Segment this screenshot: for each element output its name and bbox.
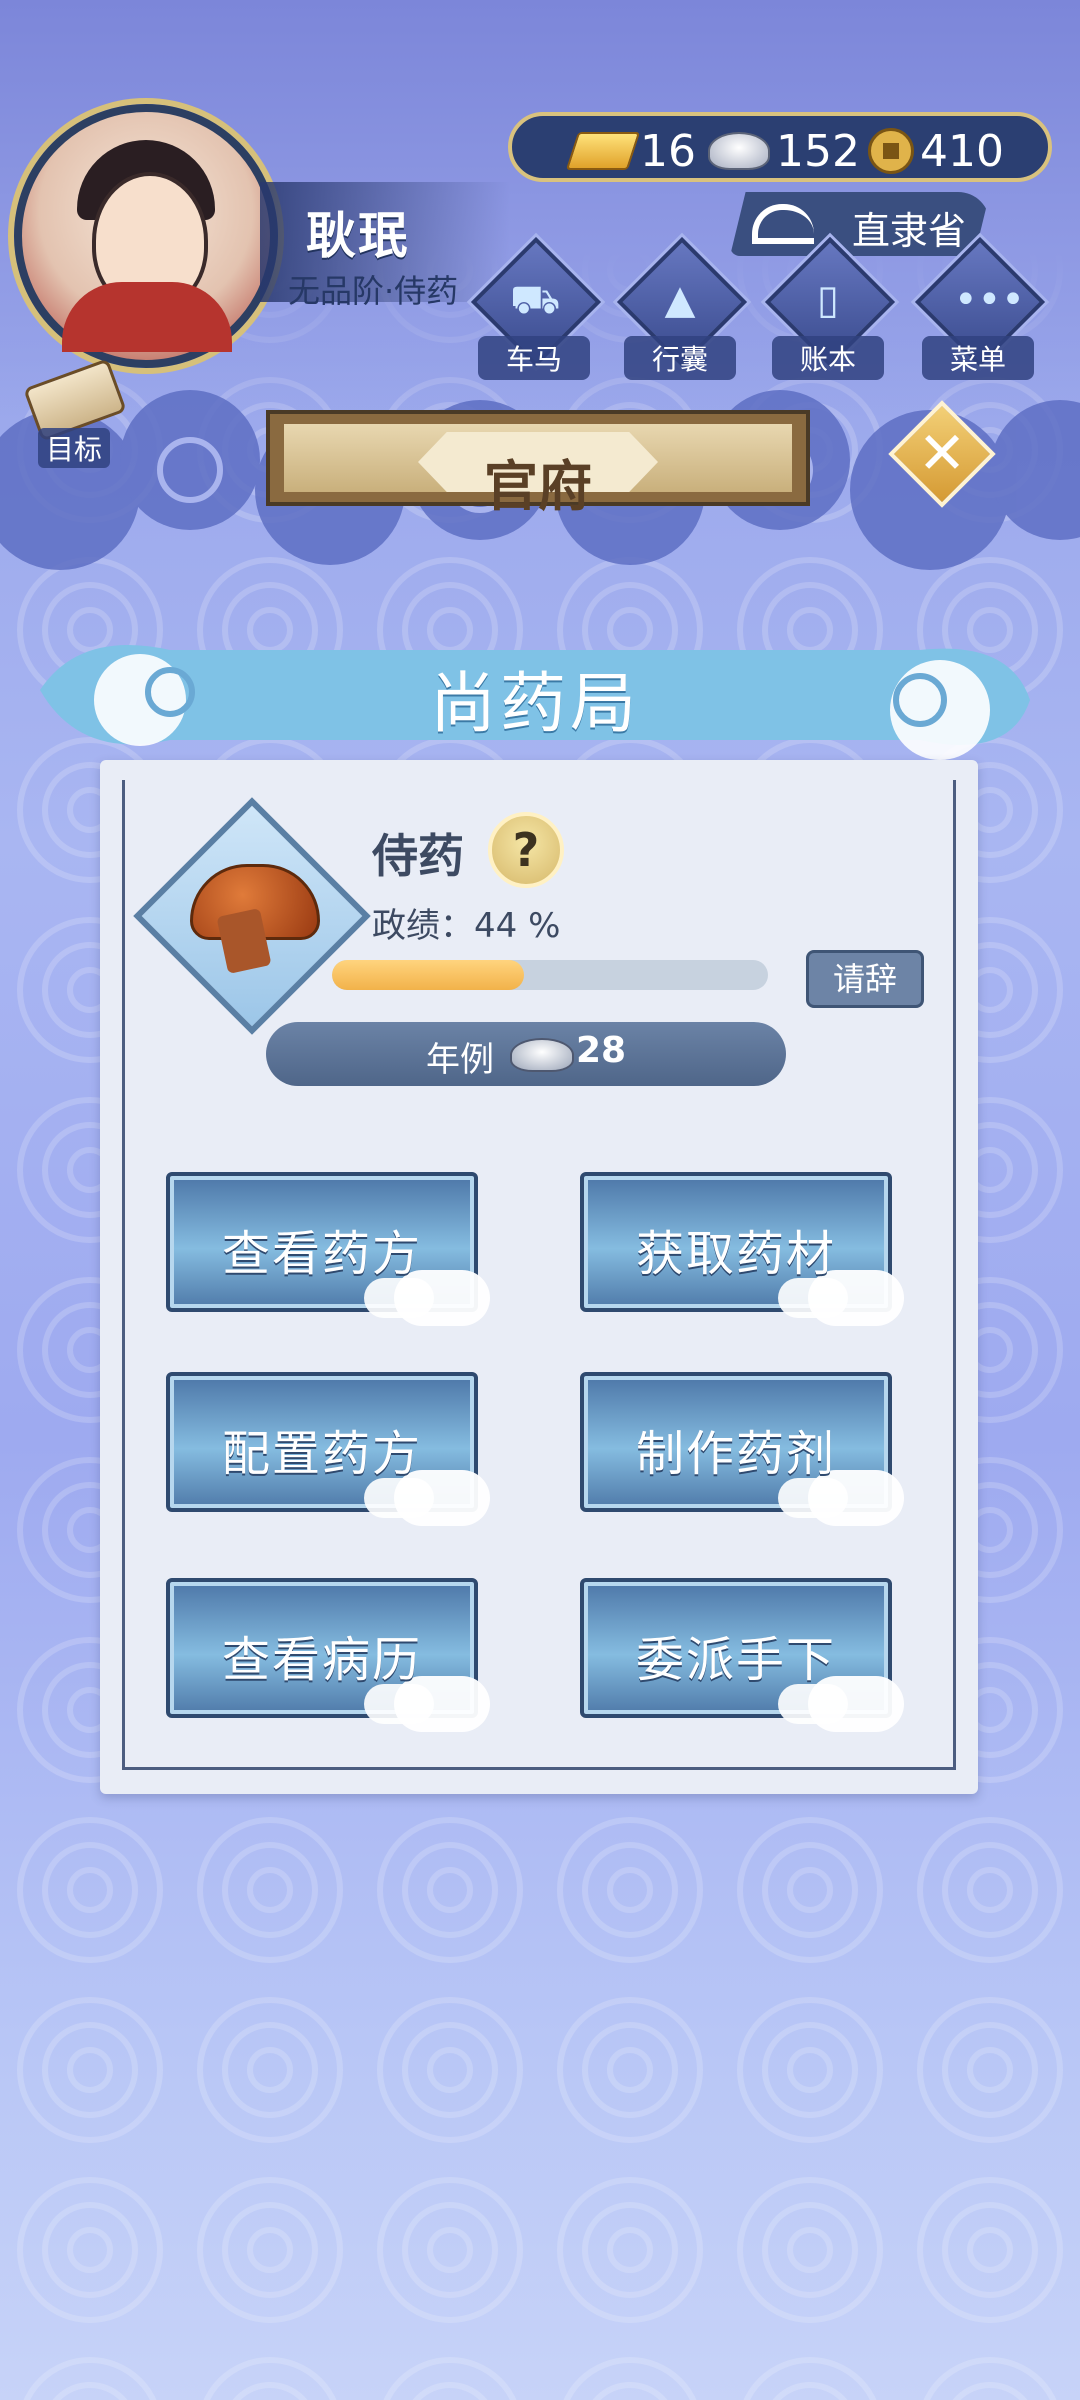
ledger-label: 账本 — [772, 336, 884, 380]
view-medical-records-button[interactable]: 查看病历 — [166, 1578, 490, 1732]
bundle-icon: ▲ — [664, 277, 696, 323]
page-title: 官府 — [484, 455, 592, 518]
action-label: 委派手下 — [635, 1632, 836, 1688]
action-label: 获取药材 — [635, 1226, 836, 1282]
department-banner: 尚药局 — [20, 620, 1050, 760]
carriage-button[interactable]: ⛟ 车马 — [470, 236, 602, 380]
ledger-button[interactable]: ▯ 账本 — [764, 236, 896, 380]
obtain-herbs-button[interactable]: 获取药材 — [580, 1172, 904, 1326]
menu-label: 菜单 — [922, 336, 1034, 380]
more-icon: ••• — [954, 277, 1025, 323]
copper-value: 410 — [920, 125, 1004, 177]
page-title-banner: 官府 — [266, 410, 810, 518]
player-avatar[interactable] — [14, 104, 278, 368]
menu-button[interactable]: ••• 菜单 — [914, 236, 1046, 380]
target-label: 目标 — [38, 428, 111, 468]
gold-ingot-icon — [565, 132, 641, 170]
official-hat-icon — [752, 204, 814, 244]
carriage-icon: ⛟ — [510, 277, 561, 323]
annual-salary-bar: 年例 28 — [266, 1022, 786, 1086]
bundle-button[interactable]: ▲ 行囊 — [616, 236, 748, 380]
gold-counter: 16 — [565, 124, 696, 178]
merit-progress-bar — [332, 960, 768, 990]
bundle-label: 行囊 — [624, 336, 736, 380]
ledger-icon: ▯ — [816, 277, 839, 323]
silver-counter: 152 — [708, 124, 860, 178]
salary-value: 28 — [576, 1030, 627, 1071]
copper-coin-icon — [868, 128, 914, 174]
action-label: 查看药方 — [221, 1226, 422, 1282]
player-rank: 无品阶·侍药 — [288, 272, 459, 310]
carriage-label: 车马 — [478, 336, 590, 380]
action-label: 查看病历 — [221, 1632, 422, 1688]
location-label: 直隶省 — [852, 209, 967, 253]
help-button[interactable]: ? — [488, 812, 564, 888]
location-button[interactable]: 直隶省 — [730, 192, 990, 256]
player-name: 耿珉 — [306, 207, 410, 265]
role-name: 侍药 — [372, 829, 464, 883]
action-label: 制作药剂 — [635, 1426, 836, 1482]
view-prescriptions-button[interactable]: 查看药方 — [166, 1172, 490, 1326]
department-title: 尚药局 — [430, 665, 640, 742]
configure-prescription-button[interactable]: 配置药方 — [166, 1372, 490, 1526]
merit-progress-fill — [332, 960, 524, 990]
gold-value: 16 — [640, 125, 696, 177]
salary-label: 年例 — [426, 1040, 494, 1080]
merit-text: 政绩：44 % — [372, 906, 561, 946]
close-icon: ✕ — [917, 419, 967, 487]
silver-ingot-icon — [510, 1038, 574, 1072]
resign-button[interactable]: 请辞 — [806, 950, 924, 1008]
action-label: 配置药方 — [221, 1426, 422, 1482]
silver-ingot-icon — [708, 132, 770, 170]
currency-bar: 16 152 410 — [508, 112, 1052, 182]
assign-subordinates-button[interactable]: 委派手下 — [580, 1578, 904, 1732]
copper-counter: 410 — [868, 124, 1004, 178]
silver-value: 152 — [776, 125, 860, 177]
make-medicine-button[interactable]: 制作药剂 — [580, 1372, 904, 1526]
target-button[interactable]: 目标 — [18, 358, 128, 468]
